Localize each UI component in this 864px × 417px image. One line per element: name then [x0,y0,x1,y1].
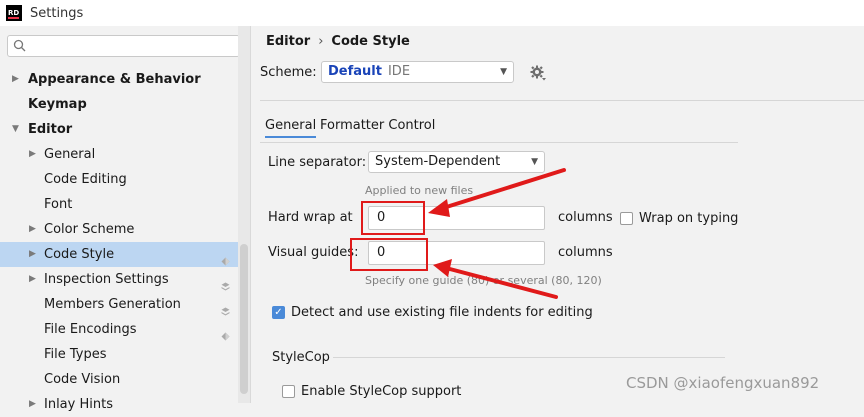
annotation-arrow-visual-guides [433,259,558,299]
annotation-arrows [428,168,566,299]
watermark: CSDN @xiaofengxuan892 [626,374,820,392]
annotation-arrow-hard-wrap [428,168,566,217]
